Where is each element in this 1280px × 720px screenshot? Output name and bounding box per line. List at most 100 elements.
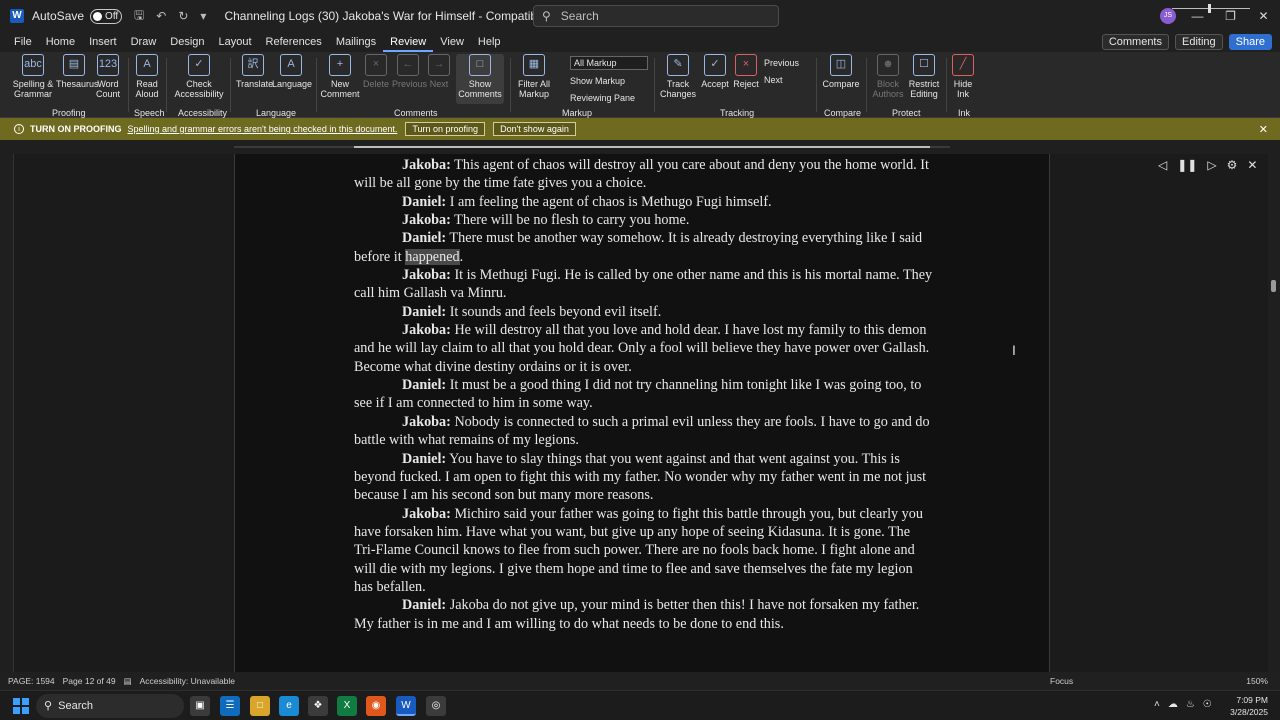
tab-draw[interactable]: Draw bbox=[124, 32, 164, 52]
check-accessibility-button[interactable]: ✓ Check Accessibility bbox=[172, 54, 226, 99]
customize-qat-icon[interactable]: ▾ bbox=[200, 9, 206, 23]
next-paragraph-icon[interactable]: ▷ bbox=[1207, 158, 1216, 172]
close-icon[interactable]: ✕ bbox=[1259, 123, 1268, 136]
document-paragraph[interactable]: Jakoba: He will destroy all that you lov… bbox=[354, 321, 934, 376]
tab-view[interactable]: View bbox=[433, 32, 471, 52]
document-paragraph[interactable]: Daniel: It sounds and feels beyond evil … bbox=[354, 303, 934, 321]
focus-mode-button[interactable]: Focus bbox=[1050, 676, 1073, 686]
start-button[interactable] bbox=[13, 698, 29, 714]
document-paragraph[interactable]: Jakoba: There will be no flesh to carry … bbox=[354, 211, 934, 229]
tab-review[interactable]: Review bbox=[383, 32, 434, 52]
app-icon[interactable]: ❖ bbox=[308, 696, 328, 716]
task-view-icon[interactable]: ▣ bbox=[190, 696, 210, 716]
filter-markup-button[interactable]: ▦ Filter All Markup bbox=[516, 54, 552, 99]
restrict-editing-button[interactable]: ☐ Restrict Editing bbox=[906, 54, 942, 99]
translate-button[interactable]: 訳 Translate bbox=[236, 54, 273, 89]
show-comments-button[interactable]: □ Show Comments bbox=[456, 54, 504, 104]
language-icon: A bbox=[280, 54, 302, 76]
horizontal-ruler[interactable] bbox=[0, 140, 1280, 154]
document-paragraph[interactable]: Jakoba: Michiro said your father was goi… bbox=[354, 505, 934, 597]
track-changes-button[interactable]: ✎ Track Changes bbox=[658, 54, 698, 99]
avatar[interactable]: JS bbox=[1160, 8, 1176, 24]
next-change-button[interactable]: Next bbox=[764, 75, 783, 85]
show-markup-button[interactable]: Show Markup bbox=[570, 76, 625, 86]
previous-change-button[interactable]: Previous bbox=[764, 58, 799, 68]
tab-home[interactable]: Home bbox=[39, 32, 82, 52]
undo-icon[interactable]: ↶ bbox=[156, 9, 166, 23]
document-paragraph[interactable]: Jakoba: This agent of chaos will destroy… bbox=[354, 156, 934, 193]
excel-icon[interactable]: X bbox=[337, 696, 357, 716]
vertical-scrollbar[interactable] bbox=[1268, 154, 1280, 672]
proofing-message[interactable]: Spelling and grammar errors aren't being… bbox=[128, 124, 398, 134]
close-icon[interactable]: ✕ bbox=[1247, 158, 1257, 172]
page-count[interactable]: Page 12 of 49 bbox=[63, 676, 116, 686]
markup-display-select[interactable]: All Markup bbox=[570, 56, 648, 70]
document-paragraph[interactable]: Jakoba: Nobody is connected to such a pr… bbox=[354, 413, 934, 450]
reviewing-pane-button[interactable]: Reviewing Pane bbox=[570, 93, 635, 103]
save-icon[interactable]: 🖫 bbox=[134, 6, 144, 27]
scrollbar-thumb[interactable] bbox=[1271, 280, 1276, 292]
turn-on-proofing-button[interactable]: Turn on proofing bbox=[405, 122, 486, 136]
dont-show-again-button[interactable]: Don't show again bbox=[493, 122, 576, 136]
previous-comment-button[interactable]: ← Previous bbox=[392, 54, 427, 89]
document-paragraph[interactable]: Daniel: There must be another way someho… bbox=[354, 229, 934, 266]
file-explorer-icon[interactable]: □ bbox=[250, 696, 270, 716]
accessibility-status[interactable]: Accessibility: Unavailable bbox=[140, 676, 235, 686]
autosave-toggle[interactable]: Off bbox=[90, 8, 123, 24]
word-icon[interactable]: W bbox=[396, 696, 416, 716]
new-comment-label: New Comment bbox=[320, 79, 360, 99]
document-paragraph[interactable]: Jakoba: It is Methugi Fugi. He is called… bbox=[354, 266, 934, 303]
tab-design[interactable]: Design bbox=[163, 32, 211, 52]
tab-mailings[interactable]: Mailings bbox=[329, 32, 383, 52]
document-paragraph[interactable]: Daniel: Jakoba do not give up, your mind… bbox=[354, 596, 934, 633]
reject-button[interactable]: × Reject bbox=[732, 54, 760, 89]
share-button[interactable]: Share bbox=[1228, 34, 1272, 50]
proofing-status-icon[interactable]: ▤ bbox=[124, 676, 132, 687]
notepad-icon[interactable]: ☰ bbox=[220, 696, 240, 716]
redo-icon[interactable]: ↻ bbox=[178, 9, 188, 23]
new-comment-button[interactable]: + New Comment bbox=[320, 54, 360, 99]
read-aloud-button[interactable]: A Read Aloud bbox=[134, 54, 160, 99]
tab-help[interactable]: Help bbox=[471, 32, 508, 52]
thesaurus-button[interactable]: ▤ Thesaurus bbox=[56, 54, 99, 89]
page-number[interactable]: PAGE: 1594 bbox=[8, 676, 55, 686]
search-input[interactable]: ⚲ Search bbox=[533, 5, 779, 27]
delete-comment-button[interactable]: × Delete bbox=[362, 54, 390, 89]
zoom-slider[interactable] bbox=[1172, 8, 1250, 9]
accept-button[interactable]: ✓ Accept bbox=[700, 54, 730, 89]
selected-text[interactable]: happened bbox=[405, 248, 460, 265]
pause-icon[interactable]: ❚❚ bbox=[1177, 158, 1197, 172]
close-icon[interactable]: ✕ bbox=[1247, 0, 1280, 32]
language-button[interactable]: A Language bbox=[272, 54, 312, 89]
next-comment-button[interactable]: → Next bbox=[426, 54, 452, 89]
system-tray-icons[interactable]: ˄☁♨☉ bbox=[1154, 699, 1220, 710]
comments-button[interactable]: Comments bbox=[1101, 34, 1169, 50]
spelling-grammar-button[interactable]: abc Spelling & Grammar bbox=[12, 54, 54, 99]
tab-file[interactable]: File bbox=[7, 32, 39, 52]
edge-icon[interactable]: e bbox=[279, 696, 299, 716]
tab-insert[interactable]: Insert bbox=[82, 32, 124, 52]
delete-comment-icon: × bbox=[365, 54, 387, 76]
hide-ink-button[interactable]: ╱ Hide Ink bbox=[950, 54, 976, 99]
tab-layout[interactable]: Layout bbox=[212, 32, 259, 52]
settings-icon[interactable]: ⚙ bbox=[1227, 158, 1238, 172]
zoom-level[interactable]: 150% bbox=[1246, 676, 1268, 686]
taskbar-search[interactable]: ⚲ Search bbox=[36, 694, 184, 718]
previous-paragraph-icon[interactable]: ◁ bbox=[1158, 158, 1167, 172]
obs-icon[interactable]: ◎ bbox=[426, 696, 446, 716]
word-count-icon: 123 bbox=[97, 54, 119, 76]
zoom-slider-thumb[interactable] bbox=[1208, 4, 1211, 13]
document-paragraph[interactable]: Daniel: It must be a good thing I did no… bbox=[354, 376, 934, 413]
restore-icon[interactable]: ❐ bbox=[1214, 0, 1247, 32]
block-authors-button[interactable]: ☻ Block Authors bbox=[872, 54, 904, 99]
document-body[interactable]: Jakoba: This agent of chaos will destroy… bbox=[354, 156, 934, 633]
document-paragraph[interactable]: Daniel: You have to slay things that you… bbox=[354, 450, 934, 505]
word-count-button[interactable]: 123 Word Count bbox=[94, 54, 122, 99]
document-paragraph[interactable]: Daniel: I am feeling the agent of chaos … bbox=[354, 193, 934, 211]
firefox-icon[interactable]: ◉ bbox=[366, 696, 386, 716]
editing-mode-button[interactable]: Editing bbox=[1175, 34, 1223, 50]
accept-icon: ✓ bbox=[704, 54, 726, 76]
compare-button[interactable]: ◫ Compare bbox=[822, 54, 860, 89]
tab-references[interactable]: References bbox=[259, 32, 329, 52]
clock[interactable]: 7:09 PM 3/28/2025 bbox=[1230, 694, 1268, 718]
